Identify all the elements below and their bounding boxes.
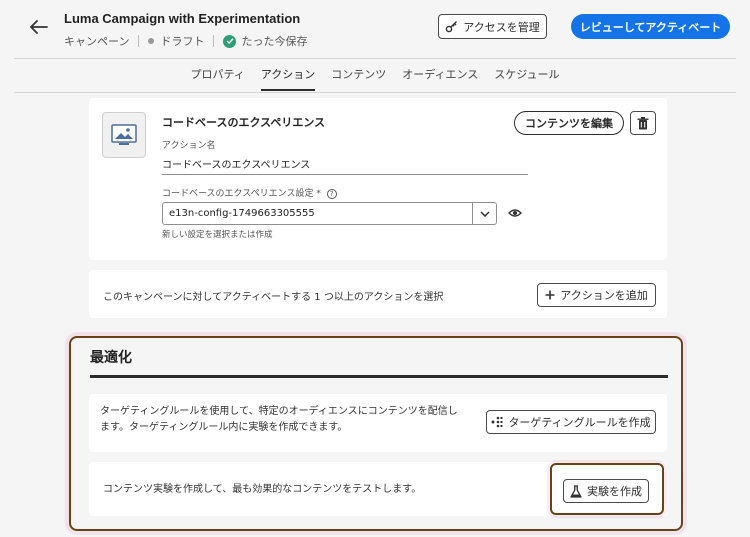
status-dot-icon (148, 38, 155, 44)
saved-status: たった今保存 (241, 35, 308, 48)
manage-access-label: アクセスを管理 (463, 20, 540, 34)
add-action-card: このキャンペーンに対してアクティベートする 1 つ以上のアクションを選択 アクシ… (89, 270, 667, 318)
separator (213, 35, 215, 47)
config-select[interactable]: e13n-config-1749663305555 (162, 202, 497, 225)
experiment-description: コンテンツ実験を作成して、最も効果的なコンテンツをテストします。 (103, 484, 422, 495)
optimization-title: 最適化 (90, 350, 132, 366)
check-circle-icon (223, 34, 237, 48)
back-button[interactable] (28, 16, 50, 38)
create-targeting-rule-label: ターゲティングルールを作成 (508, 416, 651, 429)
targeting-rule-card: ターゲティングルールを使用して、特定のオーディエンスにコンテンツを配信します。タ… (89, 394, 667, 452)
separator (138, 35, 140, 47)
page-title: Luma Campaign with Experimentation (64, 11, 301, 26)
manage-access-button[interactable]: アクセスを管理 (438, 14, 547, 39)
config-label: コードベースのエクスペリエンス設定 (162, 189, 314, 199)
trash-icon (637, 116, 649, 129)
edit-content-button[interactable]: コンテンツを編集 (514, 111, 624, 135)
info-icon[interactable]: ? (326, 188, 337, 199)
tab-content[interactable]: コンテンツ (323, 59, 394, 91)
campaign-type: キャンペーン (64, 35, 130, 48)
tab-audience[interactable]: オーディエンス (394, 59, 486, 91)
experience-title: コードベースのエクスペリエンス (162, 116, 326, 129)
back-arrow-icon (30, 20, 48, 34)
app-header: Luma Campaign with Experimentation キャンペー… (0, 0, 750, 58)
required-mark: * (316, 189, 321, 199)
flask-icon (570, 484, 582, 498)
eye-icon (508, 209, 522, 217)
channel-thumbnail (102, 112, 146, 158)
action-name-field[interactable]: コードベースのエクスペリエンス (162, 156, 310, 171)
status-badge: ドラフト (160, 35, 205, 48)
config-dropdown-button[interactable] (472, 203, 496, 224)
campaign-status-line: キャンペーン ドラフト たった今保存 (64, 33, 307, 49)
section-divider (90, 375, 668, 378)
add-action-text: このキャンペーンに対してアクティベートする 1 つ以上のアクションを選択 (103, 292, 444, 303)
tab-schedule[interactable]: スケジュール (486, 59, 567, 91)
create-targeting-rule-button[interactable]: ターゲティングルールを作成 (486, 410, 656, 434)
config-select-value: e13n-config-1749663305555 (169, 208, 315, 219)
add-action-button[interactable]: アクションを追加 (537, 283, 656, 307)
create-experiment-button[interactable]: 実験を作成 (563, 479, 649, 503)
plus-icon (545, 290, 555, 300)
field-underline (162, 174, 528, 175)
image-icon (111, 124, 137, 145)
chevron-down-icon (479, 210, 490, 217)
add-action-label: アクションを追加 (560, 289, 648, 302)
tab-actions[interactable]: アクション (253, 59, 323, 91)
delete-action-button[interactable] (630, 111, 656, 135)
action-name-label: アクション名 (162, 141, 216, 151)
divider (14, 92, 736, 93)
targeting-description: ターゲティングルールを使用して、特定のオーディエンスにコンテンツを配信します。タ… (100, 406, 458, 433)
optimization-panel: 最適化 ターゲティングルールを使用して、特定のオーディエンスにコンテンツを配信し… (69, 336, 683, 531)
key-icon (445, 21, 458, 33)
config-label-row: コードベースのエクスペリエンス設定 * ? (162, 186, 337, 199)
review-activate-button[interactable]: レビューしてアクティベート (571, 14, 730, 39)
code-based-experience-card: コードベースのエクスペリエンス アクション名 コードベースのエクスペリエンス コ… (89, 98, 667, 260)
targeting-icon (491, 416, 503, 428)
preview-config-button[interactable] (508, 208, 522, 221)
create-experiment-label: 実験を作成 (587, 485, 642, 498)
tab-properties[interactable]: プロパティ (182, 59, 252, 91)
tab-bar: プロパティ アクション コンテンツ オーディエンス スケジュール (0, 59, 750, 92)
experiment-card: コンテンツ実験を作成して、最も効果的なコンテンツをテストします。 実験を作成 (89, 462, 667, 516)
config-help-text: 新しい設定を選択または作成 (162, 230, 273, 240)
